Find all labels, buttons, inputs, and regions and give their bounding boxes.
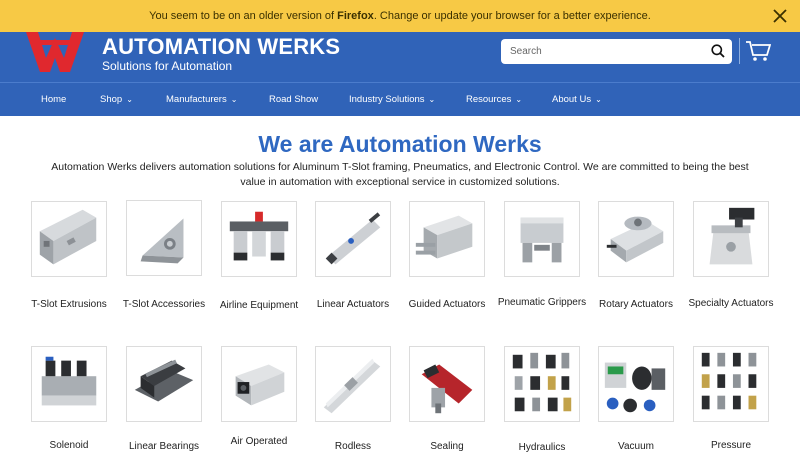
category-label[interactable]: Airline Equipment: [211, 298, 307, 314]
nav-resources[interactable]: Resources ⌄: [466, 83, 522, 117]
category-label[interactable]: Sealing: [399, 439, 495, 455]
close-icon[interactable]: [772, 8, 788, 24]
brand-tagline: Solutions for Automation: [102, 59, 233, 73]
nav-road-show[interactable]: Road Show: [269, 83, 318, 117]
category-image: [598, 201, 674, 277]
nav-manufacturers[interactable]: Manufacturers ⌄: [166, 83, 237, 117]
category-image: [31, 346, 107, 422]
category-label[interactable]: Guided Actuators: [399, 297, 495, 313]
category-label[interactable]: T-Slot Accessories: [114, 297, 214, 313]
category-label[interactable]: Rotary Actuators: [588, 297, 684, 313]
logo-icon[interactable]: [26, 32, 84, 72]
category-label[interactable]: Specialty Actuators: [683, 296, 779, 312]
chevron-down-icon: ⌄: [428, 95, 436, 104]
category-image: [409, 346, 485, 422]
chevron-down-icon: ⌄: [126, 95, 133, 104]
header-divider: [739, 38, 740, 64]
search-input[interactable]: [501, 46, 701, 57]
chevron-down-icon: ⌄: [515, 95, 523, 104]
main-nav: Home Shop ⌄ Manufacturers ⌄ Road Show Indu…: [0, 82, 800, 116]
category-image: [31, 201, 107, 277]
category-image: [126, 200, 202, 276]
category-label[interactable]: Pneumatic Grippers: [494, 295, 590, 311]
category-label[interactable]: Rodless: [305, 439, 401, 455]
nav-about-us[interactable]: About Us ⌄: [552, 83, 602, 117]
category-label[interactable]: Solenoid: [21, 438, 117, 454]
category-image: [126, 346, 202, 422]
nav-home[interactable]: Home: [41, 83, 66, 117]
category-label[interactable]: T-Slot Extrusions: [21, 297, 117, 313]
intro-text: Automation Werks delivers automation sol…: [51, 161, 749, 188]
category-label[interactable]: Pressure: [683, 438, 779, 454]
brand-name[interactable]: AUTOMATION WERKS: [102, 34, 340, 60]
category-image: [221, 201, 297, 277]
cart-icon[interactable]: [745, 40, 771, 62]
banner-browser-name: Firefox: [337, 10, 374, 22]
category-label[interactable]: Linear Bearings: [116, 439, 212, 455]
search-icon[interactable]: [711, 44, 725, 58]
category-image: [693, 346, 769, 422]
browser-warning-banner: You seem to be on an older version of Fi…: [0, 0, 800, 32]
category-label[interactable]: Hydraulics: [494, 440, 590, 456]
category-label[interactable]: Vacuum: [588, 439, 684, 455]
search-box: [501, 39, 732, 64]
category-label[interactable]: Air Operated: [211, 434, 307, 450]
category-label[interactable]: Linear Actuators: [305, 297, 401, 313]
chevron-down-icon: ⌄: [230, 95, 238, 104]
nav-shop[interactable]: Shop ⌄: [100, 83, 133, 117]
category-image: [504, 201, 580, 277]
category-image: [315, 346, 391, 422]
category-image: [409, 201, 485, 277]
category-image: [504, 346, 580, 422]
category-image: [598, 346, 674, 422]
category-image: [315, 201, 391, 277]
category-image: [221, 346, 297, 422]
category-image: [693, 201, 769, 277]
page-title: We are Automation Werks: [258, 131, 542, 157]
nav-industry-solutions[interactable]: Industry Solutions ⌄: [349, 83, 435, 117]
banner-message: You seem to be on an older version of Fi…: [149, 10, 651, 22]
chevron-down-icon: ⌄: [595, 95, 602, 104]
